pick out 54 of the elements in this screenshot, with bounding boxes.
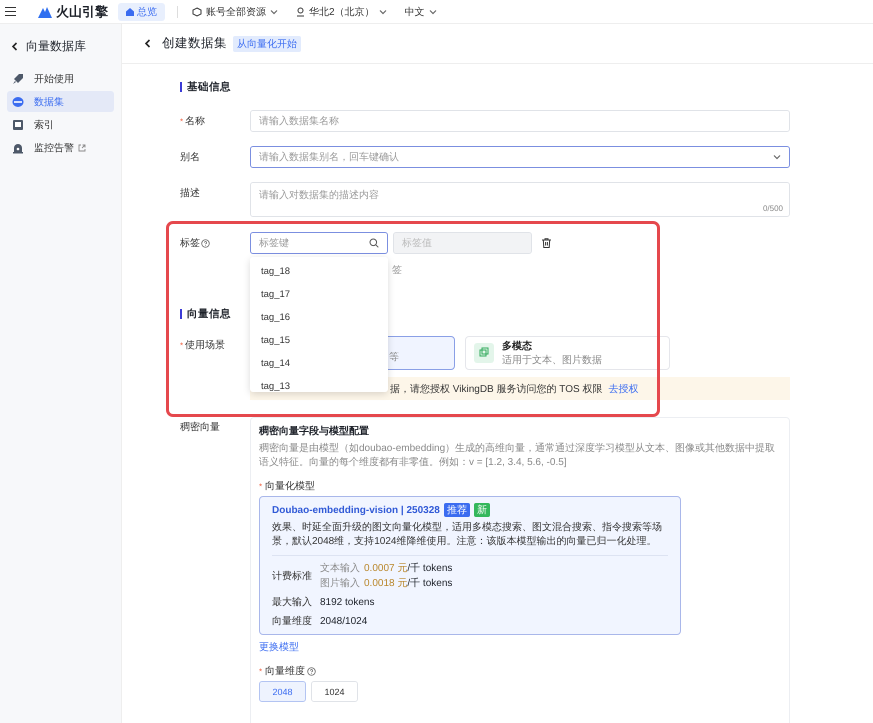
panel-description: 稠密向量是由模型（如doubao-embedding）生成的高维向量，通常通过深度学习模型从文本、图像或其他数据中提取语义特征。向量的每个维度都有非零值。例如：v = [1.2, 3.4, 5.6, -0.5] (259, 442, 776, 470)
spec-value: 8192 tokens (320, 596, 374, 608)
required-mark: * (180, 116, 184, 126)
tag-option[interactable]: tag_15 (250, 329, 388, 352)
field-label: 稠密向量 (180, 420, 220, 434)
tag-option[interactable]: tag_17 (250, 283, 388, 306)
sidebar-item[interactable]: 监控告警 (7, 137, 114, 158)
spec-label: 最大输入 (272, 596, 313, 609)
tag-option[interactable]: tag_18 (250, 260, 388, 283)
model-tag: 新 (474, 503, 490, 517)
field-label: 向量化模型 (265, 480, 316, 493)
field-label: 向量维度 (265, 664, 306, 678)
sidebar-title: 向量数据库 (26, 38, 86, 54)
page-title: 创建数据集 (162, 35, 227, 52)
overview-tab[interactable]: 总览 (118, 2, 165, 20)
char-counter: 0/500 (762, 204, 783, 213)
required-mark: * (259, 666, 262, 676)
dimension-option[interactable]: 1024 (311, 681, 358, 702)
spec-value: 2048/1024 (320, 616, 368, 626)
change-model-link[interactable]: 更换模型 (259, 640, 299, 654)
top-menu[interactable]: 中文 (404, 4, 437, 18)
top-menu[interactable]: 华北2（北京） (296, 4, 387, 18)
section-title: 基础信息 (180, 77, 790, 97)
field-label: 标签 (180, 232, 250, 254)
field-label: 名称 (185, 115, 206, 128)
model-name: Doubao-embedding-vision | 250328 (272, 504, 440, 516)
description-field[interactable]: 请输入对数据集的描述内容 0/500 (250, 182, 790, 217)
price-label: 文本输入 (320, 562, 360, 575)
field-label: 别名 (180, 151, 200, 164)
field-label: 描述 (180, 186, 200, 200)
scenario-card[interactable]: 多模态 适用于文本、图片数据 (465, 336, 670, 370)
tag-option[interactable]: tag_13 (250, 375, 388, 392)
brand-name: 火山引擎 (56, 2, 108, 20)
price-value: 0.0018 元/千 tokens (364, 576, 452, 590)
required-mark: * (180, 340, 184, 350)
dimension-option[interactable]: 2048 (259, 681, 306, 702)
tag-option[interactable]: tag_14 (250, 352, 388, 375)
sidebar-item[interactable]: 索引 (7, 114, 114, 135)
field-label: 使用场景 (185, 338, 226, 352)
sidebar-item[interactable]: 数据集 (7, 91, 114, 112)
top-menu[interactable]: 账号全部资源 (192, 4, 278, 18)
spec-label: 向量维度 (272, 614, 313, 628)
model-description: 效果、时延全面升级的图文向量化模型，适用多模态搜索、图文混合搜索、指令搜索等场景，默认2048维，支持1024维降维使用。注意：该版本模型输出的向量已归一化处理。 (272, 521, 668, 556)
price-label: 图片输入 (320, 576, 360, 590)
spec-label: 计费标准 (272, 570, 313, 582)
tag-option[interactable]: tag_16 (250, 306, 388, 329)
mode-tag: 从向量化开始 (233, 36, 301, 52)
required-mark: * (259, 482, 262, 490)
sidebar-item[interactable]: 开始使用 (7, 68, 114, 89)
price-value: 0.0007 元/千 tokens (364, 562, 452, 575)
authorize-link[interactable]: 去授权 (608, 382, 638, 396)
notice-text: 据，请您授权 VikingDB 服务访问您的 TOS 权限 (390, 382, 602, 396)
panel-title: 稠密向量字段与模型配置 (259, 424, 370, 438)
model-tag: 推荐 (444, 503, 470, 517)
